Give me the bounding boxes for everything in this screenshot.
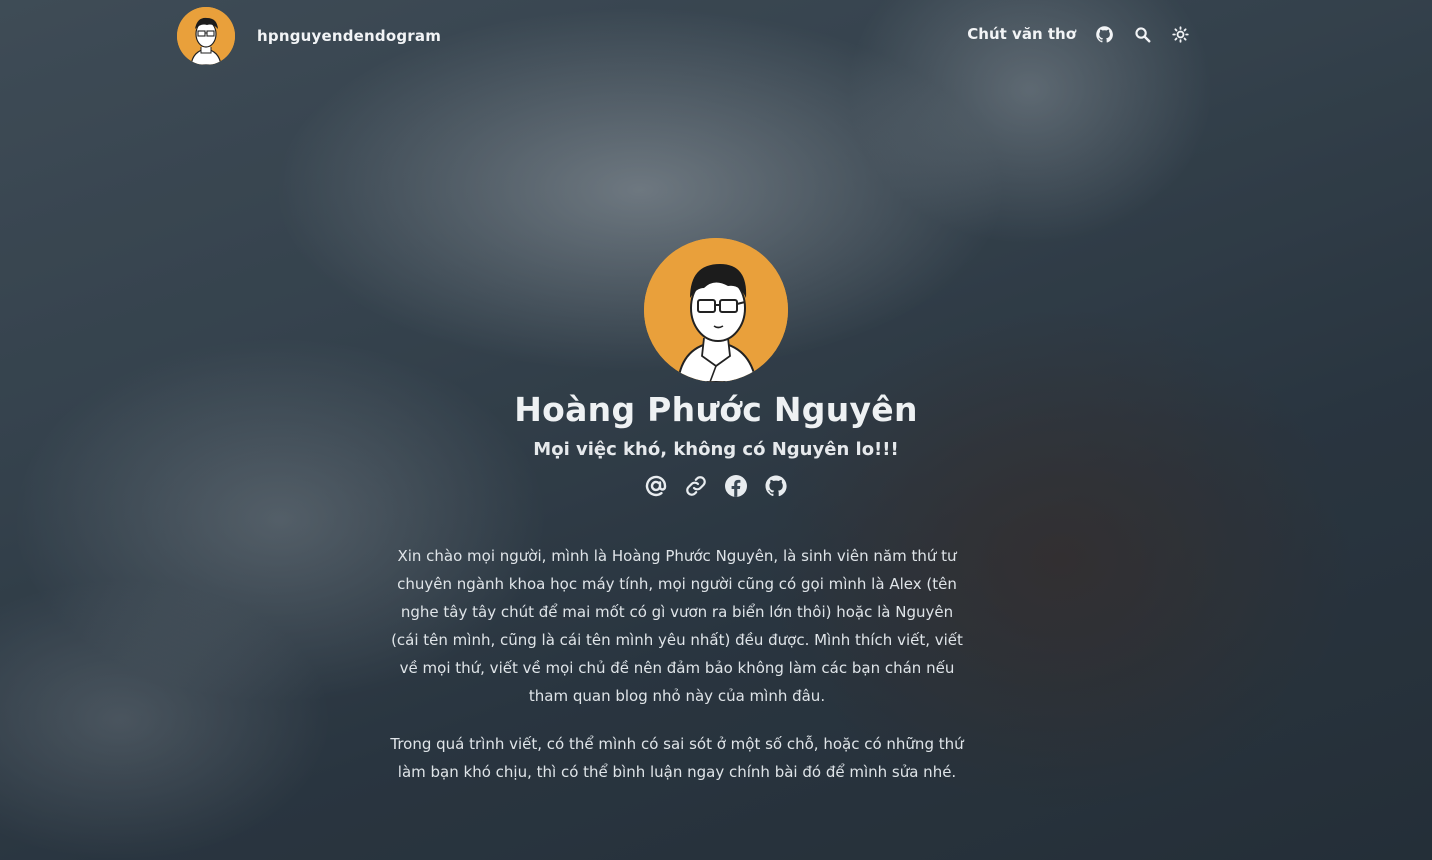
profile-tagline: Mọi việc khó, không có Nguyên lo!!! — [533, 439, 899, 460]
brand-avatar[interactable] — [177, 7, 235, 65]
email-icon[interactable] — [644, 474, 668, 498]
profile-name: Hoàng Phước Nguyên — [514, 390, 918, 429]
nav-poetry-link[interactable]: Chút văn thơ — [967, 25, 1076, 43]
top-nav: Chút văn thơ — [967, 24, 1190, 44]
search-icon[interactable] — [1132, 24, 1152, 44]
sun-icon[interactable] — [1170, 24, 1190, 44]
profile-avatar — [644, 238, 788, 382]
facebook-icon[interactable] — [724, 474, 748, 498]
brand[interactable]: hpnguyendendogram — [177, 7, 441, 65]
profile-section: Hoàng Phước Nguyên Mọi việc khó, không c… — [0, 238, 1432, 498]
page: hpnguyendendogram Chút văn thơ Hoàng Phư… — [0, 0, 1432, 860]
github-icon[interactable] — [764, 474, 788, 498]
github-icon[interactable] — [1094, 24, 1114, 44]
site-title[interactable]: hpnguyendendogram — [257, 27, 441, 45]
bio-paragraph: Trong quá trình viết, có thể mình có sai… — [390, 735, 964, 781]
link-icon[interactable] — [684, 474, 708, 498]
social-links — [0, 474, 1432, 498]
bio-paragraph: Xin chào mọi người, mình là Hoàng Phước … — [391, 547, 963, 705]
site-header: hpnguyendendogram Chút văn thơ — [0, 0, 1432, 72]
